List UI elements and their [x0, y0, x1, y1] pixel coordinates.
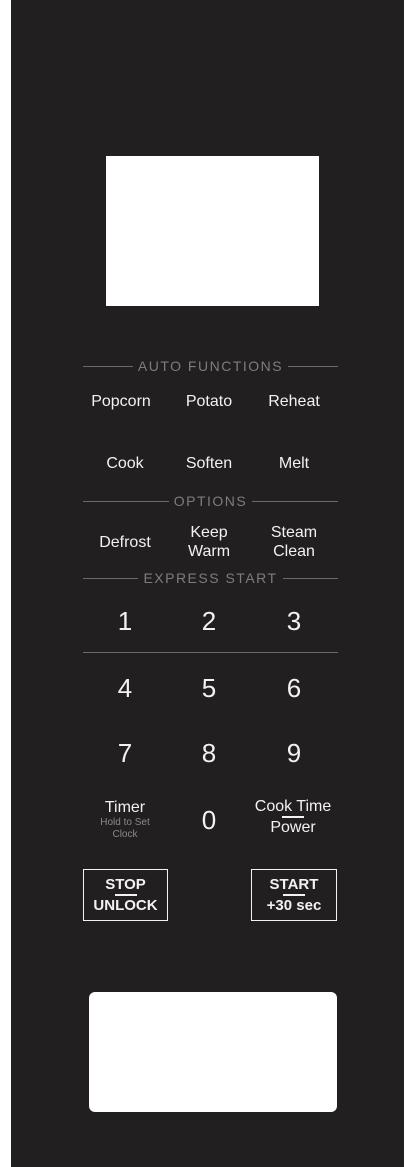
keep-warm-button[interactable]: Keep Warm [164, 523, 254, 561]
reheat-button[interactable]: Reheat [249, 392, 339, 411]
key-0[interactable]: 0 [164, 805, 254, 835]
cook-button[interactable]: Cook [80, 454, 170, 473]
key-2[interactable]: 2 [164, 606, 254, 636]
key-8[interactable]: 8 [164, 738, 254, 768]
header-line [282, 577, 338, 579]
express-start-header: EXPRESS START [83, 569, 338, 587]
plus-30-sec-label: +30 sec [266, 896, 322, 914]
auto-functions-title: AUTO FUNCTIONS [137, 358, 284, 374]
power-label: Power [270, 818, 316, 836]
keypad-divider [83, 652, 338, 653]
options-header: OPTIONS [83, 492, 339, 510]
stop-label: STOP [105, 876, 146, 893]
key-9[interactable]: 9 [249, 738, 339, 768]
timer-label: Timer [104, 799, 146, 816]
unlock-label: UNLOCK [93, 896, 158, 914]
header-line [288, 365, 339, 367]
timer-button[interactable]: Timer Hold to Set Clock [80, 798, 170, 841]
key-4[interactable]: 4 [80, 673, 170, 703]
cook-time-label: Cook Time [254, 798, 332, 815]
stop-unlock-button[interactable]: STOP UNLOCK [83, 869, 168, 921]
melt-button[interactable]: Melt [249, 454, 339, 473]
header-line [83, 365, 133, 367]
key-3[interactable]: 3 [249, 606, 339, 636]
defrost-button[interactable]: Defrost [80, 533, 170, 552]
keep-warm-label-line2: Warm [187, 543, 231, 560]
control-panel: AUTO FUNCTIONS Popcorn Potato Reheat Coo… [11, 0, 404, 1167]
cook-time-power-button[interactable]: Cook Time Power [243, 797, 343, 837]
steam-clean-label-line1: Steam [270, 524, 318, 541]
steam-clean-button[interactable]: Steam Clean [249, 523, 339, 561]
header-line [83, 577, 139, 579]
start-label: START [269, 876, 319, 893]
potato-button[interactable]: Potato [164, 392, 254, 411]
auto-functions-header: AUTO FUNCTIONS [83, 357, 339, 375]
key-7[interactable]: 7 [80, 738, 170, 768]
key-1[interactable]: 1 [80, 606, 170, 636]
header-line [83, 500, 169, 502]
timer-hint-line1: Hold to Set [100, 817, 150, 828]
start-button[interactable]: START +30 sec [251, 869, 337, 921]
popcorn-button[interactable]: Popcorn [76, 392, 166, 411]
timer-hint-line2: Clock [112, 829, 138, 840]
key-6[interactable]: 6 [249, 673, 339, 703]
keep-warm-label-line1: Keep [190, 524, 228, 541]
soften-button[interactable]: Soften [164, 454, 254, 473]
header-line [252, 500, 339, 502]
options-title: OPTIONS [173, 493, 248, 509]
window-cutout [89, 992, 337, 1112]
express-start-title: EXPRESS START [143, 570, 278, 586]
key-5[interactable]: 5 [164, 673, 254, 703]
steam-clean-label-line2: Clean [273, 543, 315, 560]
display-screen [106, 156, 319, 306]
